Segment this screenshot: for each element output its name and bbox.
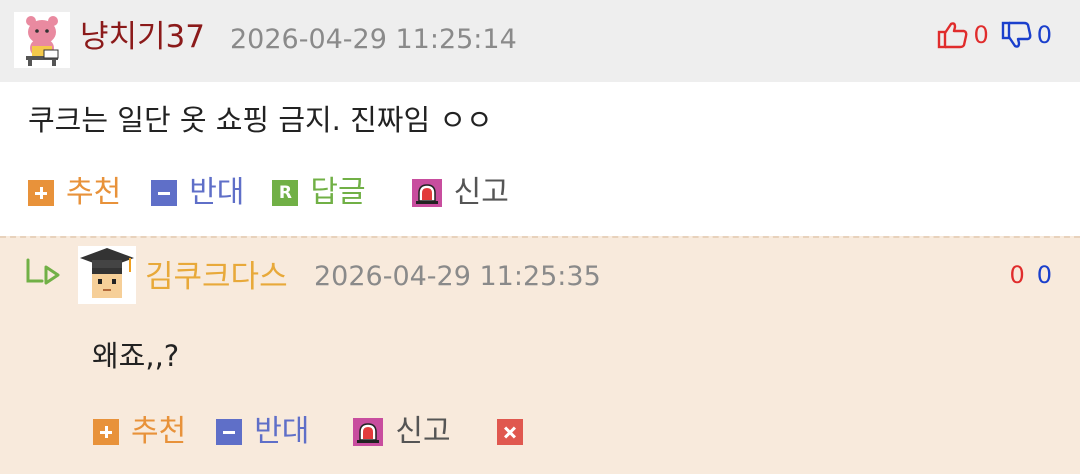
oppose-label: 반대: [189, 175, 245, 210]
reply-text: 왜죠,,?: [92, 339, 180, 373]
reply-arrow-icon: [24, 257, 62, 291]
recommend-button[interactable]: 추천: [28, 178, 121, 208]
reply-vote-summary: 0 0: [1009, 258, 1052, 292]
reply-report-label: 신고: [395, 414, 451, 449]
up-count: 0: [973, 21, 989, 49]
reply-date: 2026-04-29 11:25:35: [314, 261, 601, 292]
plus-icon: [93, 419, 119, 445]
graduate-avatar-icon[interactable]: [78, 246, 136, 304]
thumbs-up-icon[interactable]: [937, 20, 969, 50]
reply-actions: 추천 반대 신고: [93, 417, 523, 447]
delete-icon: [496, 419, 523, 445]
reply-label: 답글: [310, 175, 366, 210]
pink-bear-avatar-icon[interactable]: [14, 12, 70, 68]
reply-oppose-button[interactable]: 반대: [216, 417, 309, 447]
comment-date: 2026-04-29 11:25:14: [230, 24, 517, 55]
reply-up-count: 0: [1009, 261, 1025, 289]
minus-icon: [151, 180, 178, 206]
delete-button[interactable]: [496, 419, 523, 445]
comment-vote-summary: 0 0: [937, 18, 1052, 52]
report-button[interactable]: 신고: [411, 175, 509, 210]
siren-icon: [411, 179, 442, 207]
comment-author-name[interactable]: 냥치기37: [80, 22, 205, 53]
reply-report-button[interactable]: 신고: [353, 414, 451, 449]
reply-r-icon: R: [272, 180, 299, 206]
thumbs-down-icon[interactable]: [1001, 20, 1033, 50]
reply-recommend-label: 추천: [131, 414, 187, 449]
reply-button[interactable]: R 답글: [272, 175, 366, 210]
down-count: 0: [1036, 21, 1052, 49]
comment-text: 쿠크는 일단 옷 쇼핑 금지. 진짜임 ㅇㅇ: [28, 103, 493, 137]
recommend-label: 추천: [66, 175, 122, 210]
report-label: 신고: [453, 175, 509, 210]
oppose-button[interactable]: 반대: [151, 178, 244, 208]
siren-icon: [353, 418, 384, 446]
reply-divider: [0, 236, 1080, 238]
minus-icon: [216, 419, 243, 445]
reply-oppose-label: 반대: [254, 414, 310, 449]
reply-down-count: 0: [1036, 261, 1052, 289]
reply-recommend-button[interactable]: 추천: [93, 417, 186, 447]
comment-actions: 추천 반대 R 답글 신고: [28, 178, 509, 208]
plus-icon: [28, 180, 54, 206]
reply-author-name[interactable]: 김쿠크다스: [145, 262, 288, 293]
